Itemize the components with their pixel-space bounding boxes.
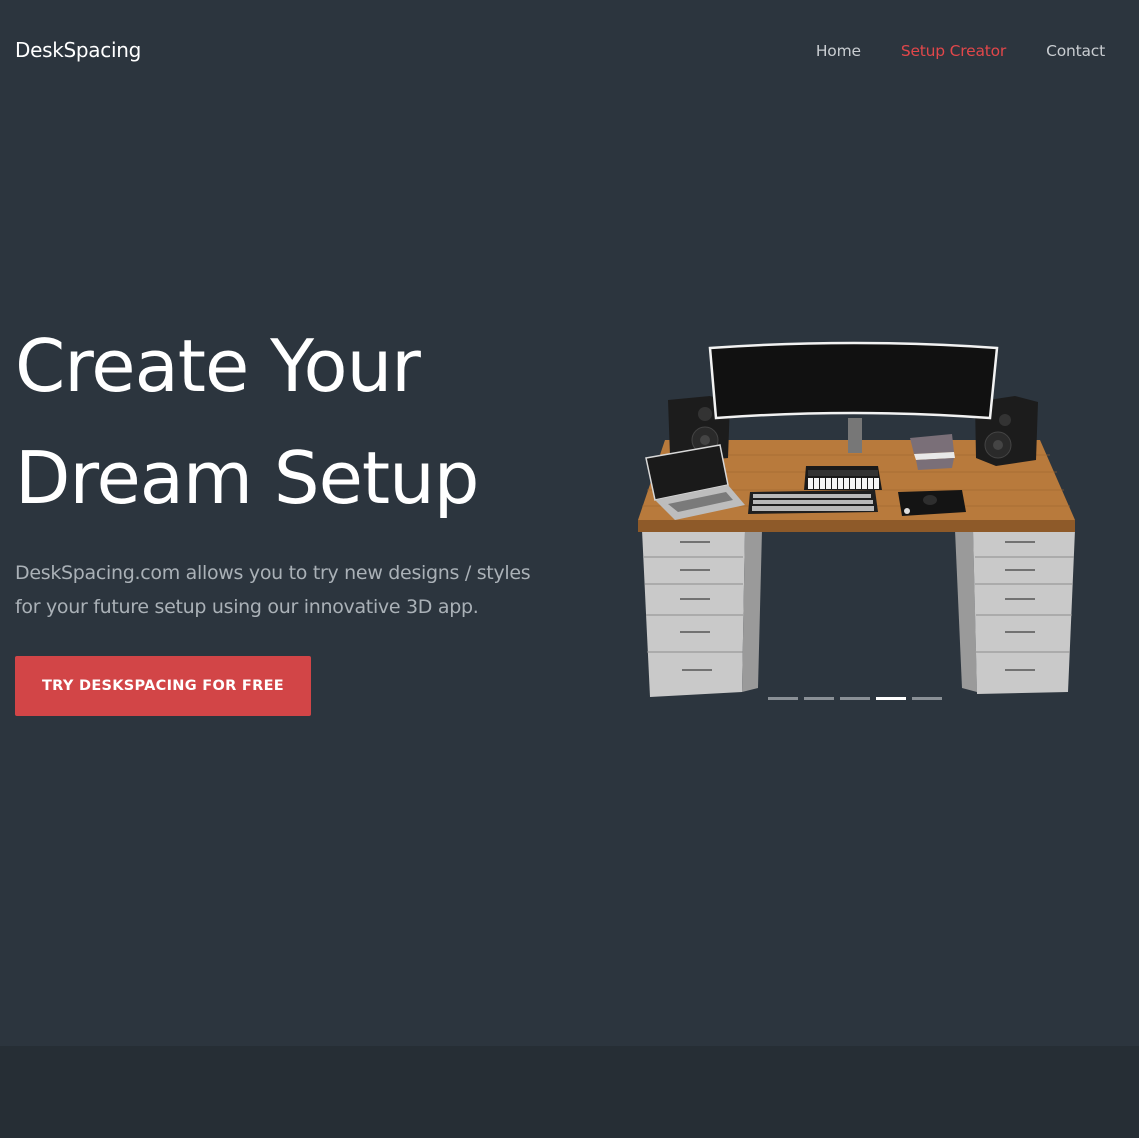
nav-link-setup-creator[interactable]: Setup Creator — [901, 42, 1006, 60]
hero-title-line-2: Dream Setup — [15, 436, 479, 520]
nav-link-home[interactable]: Home — [816, 42, 861, 60]
right-drawer-unit — [955, 530, 1075, 694]
left-drawer-unit — [642, 530, 762, 697]
carousel-indicator-3[interactable] — [840, 697, 870, 700]
footer-band — [0, 1046, 1139, 1138]
navbar: DeskSpacing Home Setup Creator Contact — [0, 0, 1139, 104]
carousel-indicator-5[interactable] — [912, 697, 942, 700]
try-free-button[interactable]: TRY DESKSPACING FOR FREE — [15, 656, 311, 716]
hero-title-line-1: Create Your — [15, 324, 421, 408]
carousel-indicator-2[interactable] — [804, 697, 834, 700]
brand-logo[interactable]: DeskSpacing — [15, 38, 141, 62]
hero-section: Create Your Dream Setup DeskSpacing.com … — [15, 310, 575, 624]
midi-keyboard — [804, 466, 882, 490]
mousepad — [898, 490, 966, 516]
hero-description: DeskSpacing.com allows you to try new de… — [15, 562, 531, 618]
mechanical-keyboard — [748, 490, 878, 514]
nav-link-contact[interactable]: Contact — [1046, 42, 1105, 60]
carousel-indicators — [768, 697, 942, 700]
nav-links: Home Setup Creator Contact — [816, 42, 1105, 60]
hero-title: Create Your Dream Setup — [15, 310, 575, 534]
desk-setup-image — [638, 341, 1075, 697]
carousel-indicator-1[interactable] — [768, 697, 798, 700]
carousel-indicator-4[interactable] — [876, 697, 906, 700]
setup-carousel[interactable] — [620, 330, 1090, 710]
curved-monitor — [708, 341, 999, 453]
